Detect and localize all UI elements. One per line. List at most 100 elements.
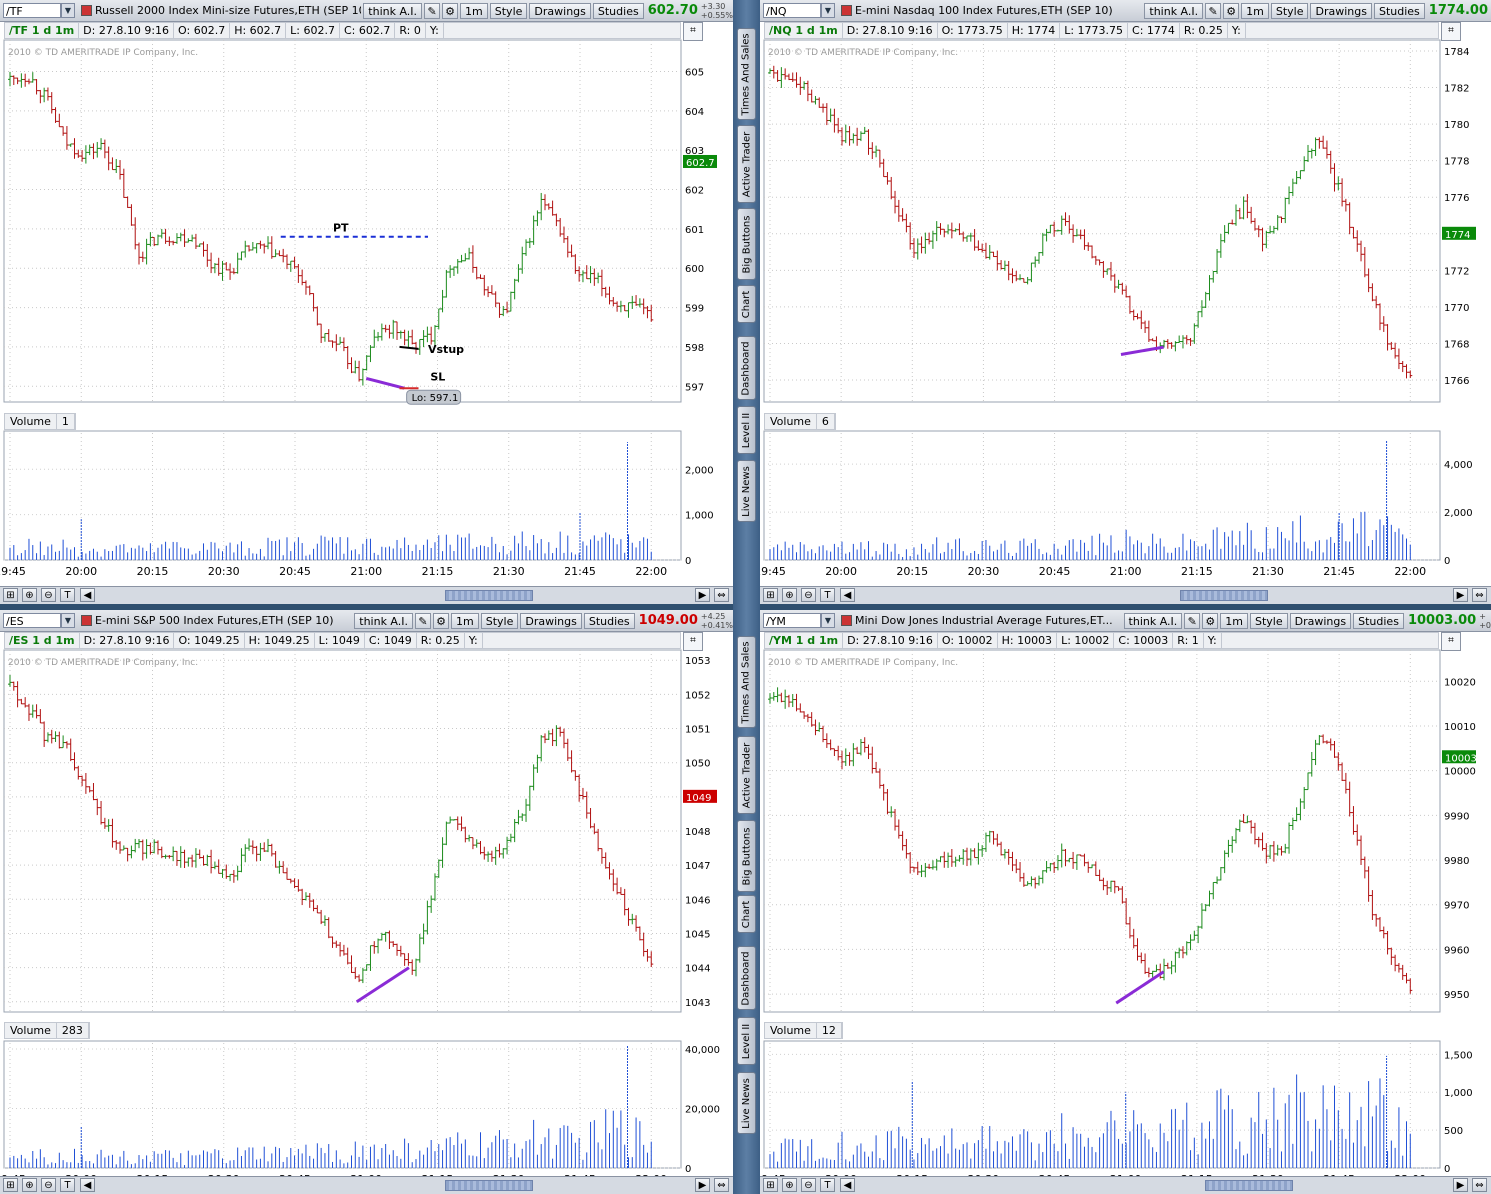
side-tab-chart-2[interactable]: Chart — [737, 895, 756, 933]
zoom-in-icon[interactable]: ⊕ — [22, 588, 37, 602]
symbol-input[interactable]: /NQ — [763, 3, 821, 18]
scroll-left-arrow[interactable]: ◀ — [840, 588, 855, 602]
chart-scrollbar[interactable]: ⊞ ⊕ ⊖ T ◀ ▶ ⇔ — [760, 586, 1491, 604]
scroll-thumb[interactable] — [445, 590, 533, 601]
entry-line — [399, 345, 419, 350]
side-tab-active-trader-2[interactable]: Active Trader — [737, 736, 756, 814]
price-axis-label: 1772 — [1444, 266, 1469, 277]
zoom-in-icon[interactable]: ⊕ — [22, 1178, 37, 1192]
expand-icon[interactable]: ⇔ — [1472, 1178, 1487, 1192]
chart-config-icon[interactable]: ⌗ — [1441, 22, 1461, 41]
settings-wrench-icon[interactable]: ⚙ — [1202, 612, 1219, 629]
scroll-thumb[interactable] — [1180, 590, 1268, 601]
side-tab-dashboard[interactable]: Dashboard — [737, 336, 756, 400]
symbol-input[interactable]: /YM — [763, 613, 821, 628]
settings-wrench-icon[interactable]: ⚙ — [1223, 2, 1240, 19]
side-tab-live-news-2[interactable]: Live News — [737, 1072, 756, 1134]
zoom-out-icon[interactable]: ⊖ — [801, 1178, 816, 1192]
drawings-button[interactable]: Drawings — [520, 612, 582, 629]
drawings-button[interactable]: Drawings — [1310, 2, 1372, 19]
side-tab-level-ii[interactable]: Level II — [737, 406, 756, 454]
side-tab-times-and-sales-2[interactable]: Times And Sales — [737, 636, 756, 728]
scroll-right-arrow[interactable]: ▶ — [695, 588, 710, 602]
scroll-thumb[interactable] — [445, 1180, 533, 1191]
crosshair-icon[interactable]: ⊞ — [3, 1178, 18, 1192]
expand-icon[interactable]: ⇔ — [1472, 588, 1487, 602]
scroll-right-arrow[interactable]: ▶ — [695, 1178, 710, 1192]
price-axis-label: 9990 — [1444, 811, 1469, 822]
think-ai-button[interactable]: think A.I. — [363, 2, 423, 19]
chart-toolbar: /NQ ▼ E-mini Nasdaq 100 Index Futures,ETH … — [760, 0, 1491, 22]
scroll-right-arrow[interactable]: ▶ — [1453, 1178, 1468, 1192]
zoom-out-icon[interactable]: ⊖ — [41, 588, 56, 602]
scroll-thumb[interactable] — [1205, 1180, 1293, 1191]
drawing-tools-icon[interactable]: ✎ — [1205, 2, 1222, 19]
chart-scrollbar[interactable]: ⊞ ⊕ ⊖ T ◀ ▶ ⇔ — [760, 1176, 1491, 1194]
zoom-in-icon[interactable]: ⊕ — [782, 588, 797, 602]
settings-wrench-icon[interactable]: ⚙ — [433, 612, 449, 629]
scroll-left-arrow[interactable]: ◀ — [80, 588, 95, 602]
symbol-dropdown-button[interactable]: ▼ — [61, 3, 75, 18]
style-button[interactable]: Style — [489, 2, 528, 19]
chart-scrollbar[interactable]: ⊞ ⊕ ⊖ T ◀ ▶ ⇔ — [0, 1176, 733, 1194]
chart-config-icon[interactable]: ⌗ — [1441, 632, 1461, 651]
text-tool-icon[interactable]: T — [820, 1178, 835, 1192]
chart-toolbar: /TF ▼ Russell 2000 Index Mini-size Futures… — [0, 0, 733, 22]
chart-scrollbar[interactable]: ⊞ ⊕ ⊖ T ◀ ▶ ⇔ — [0, 586, 733, 604]
scroll-left-arrow[interactable]: ◀ — [840, 1178, 855, 1192]
drawings-button[interactable]: Drawings — [1289, 612, 1352, 629]
symbol-dropdown-button[interactable]: ▼ — [821, 3, 835, 18]
timeframe-button[interactable]: 1m — [1241, 2, 1269, 19]
studies-button[interactable]: Studies — [592, 2, 644, 19]
side-tab-big-buttons[interactable]: Big Buttons — [737, 208, 756, 280]
symbol-dropdown-button[interactable]: ▼ — [61, 613, 75, 628]
scroll-left-arrow[interactable]: ◀ — [80, 1178, 95, 1192]
side-tab-dashboard-2[interactable]: Dashboard — [737, 946, 756, 1010]
side-tab-level-ii-2[interactable]: Level II — [737, 1017, 756, 1065]
text-tool-icon[interactable]: T — [60, 588, 75, 602]
studies-button[interactable]: Studies — [583, 612, 635, 629]
timeframe-button[interactable]: 1m — [460, 2, 488, 19]
timeframe-button[interactable]: 1m — [1220, 612, 1248, 629]
crosshair-icon[interactable]: ⊞ — [763, 1178, 778, 1192]
zoom-in-icon[interactable]: ⊕ — [782, 1178, 797, 1192]
studies-button[interactable]: Studies — [1353, 612, 1404, 629]
chart-config-icon[interactable]: ⌗ — [683, 22, 703, 41]
side-tab-times-and-sales[interactable]: Times And Sales — [737, 28, 756, 120]
drawing-tools-icon[interactable]: ✎ — [1184, 612, 1201, 629]
crosshair-icon[interactable]: ⊞ — [3, 588, 18, 602]
studies-button[interactable]: Studies — [1373, 2, 1425, 19]
side-tab-chart[interactable]: Chart — [737, 285, 756, 323]
style-button[interactable]: Style — [480, 612, 519, 629]
text-tool-icon[interactable]: T — [60, 1178, 75, 1192]
drawings-button[interactable]: Drawings — [529, 2, 591, 19]
side-tab-live-news[interactable]: Live News — [737, 460, 756, 522]
info-high: H: 602.7 — [230, 23, 287, 38]
zoom-out-icon[interactable]: ⊖ — [41, 1178, 56, 1192]
volume-axis-label: 1,000 — [1444, 1088, 1473, 1099]
time-axis-label: 20:15 — [137, 565, 169, 578]
zoom-out-icon[interactable]: ⊖ — [801, 588, 816, 602]
style-button[interactable]: Style — [1270, 2, 1309, 19]
side-tab-big-buttons-2[interactable]: Big Buttons — [737, 820, 756, 892]
copyright-text: 2010 © TD AMERITRADE IP Company, Inc. — [8, 48, 198, 58]
style-button[interactable]: Style — [1250, 612, 1288, 629]
symbol-dropdown-button[interactable]: ▼ — [821, 613, 835, 628]
crosshair-icon[interactable]: ⊞ — [763, 588, 778, 602]
chart-config-icon[interactable]: ⌗ — [683, 632, 703, 651]
drawing-tools-icon[interactable]: ✎ — [415, 612, 431, 629]
expand-icon[interactable]: ⇔ — [714, 588, 729, 602]
scroll-right-arrow[interactable]: ▶ — [1453, 588, 1468, 602]
think-ai-button[interactable]: think A.I. — [1123, 612, 1183, 629]
drawing-tools-icon[interactable]: ✎ — [424, 2, 441, 19]
think-ai-button[interactable]: think A.I. — [354, 612, 413, 629]
settings-wrench-icon[interactable]: ⚙ — [442, 2, 459, 19]
timeframe-button[interactable]: 1m — [451, 612, 479, 629]
side-tab-active-trader[interactable]: Active Trader — [737, 125, 756, 203]
symbol-input[interactable]: /TF — [3, 3, 61, 18]
symbol-input[interactable]: /ES — [3, 613, 61, 628]
price-axis-label: 1776 — [1444, 193, 1469, 204]
think-ai-button[interactable]: think A.I. — [1144, 2, 1204, 19]
expand-icon[interactable]: ⇔ — [714, 1178, 729, 1192]
text-tool-icon[interactable]: T — [820, 588, 835, 602]
